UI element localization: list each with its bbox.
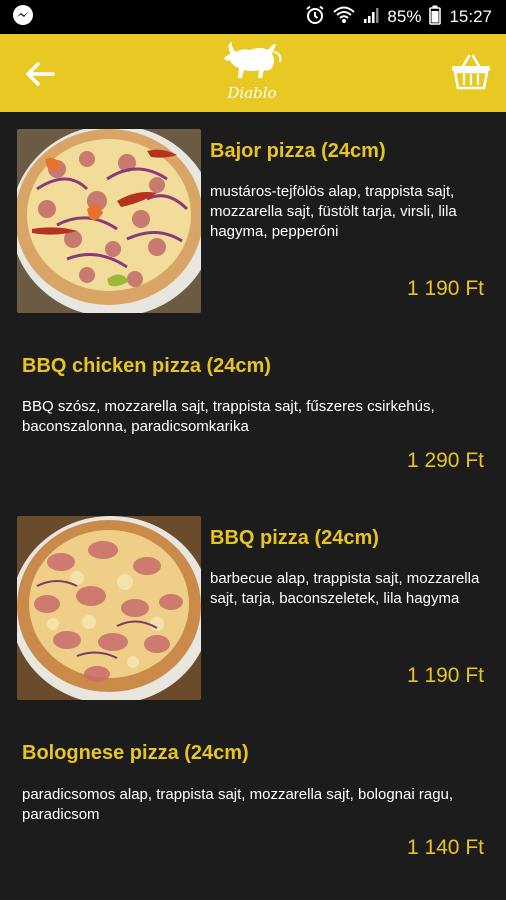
list-item[interactable]: BBQ chicken pizza (24cm) BBQ szósz, mozz… [0,332,506,502]
app-bar: Diablo [0,34,506,112]
arrow-left-icon [26,62,55,86]
clock: 15:27 [449,7,492,26]
item-title: Bajor pizza (24cm) [210,140,386,162]
signal-icon [363,6,379,29]
menu-list[interactable]: Bajor pizza (24cm) mustáros-tejfölös ala… [0,112,506,900]
list-item[interactable]: Bajor pizza (24cm) mustáros-tejfölös ala… [0,112,506,332]
item-price: 1 190 Ft [406,277,484,300]
item-description: paradicsomos alap, trappista sajt, mozza… [22,786,454,823]
diablo-logo: Diablo [212,40,292,108]
list-item[interactable]: Bolognese pizza (24cm) paradicsomos alap… [0,722,506,900]
alarm-icon [305,5,325,30]
battery-percent: 85% [387,7,422,26]
item-description: mustáros-tejfölös alap, trappista sajt, … [210,183,457,240]
list-item[interactable]: BBQ pizza (24cm) barbecue alap, trappist… [0,502,506,722]
status-bar: 85% 15:27 [0,0,506,34]
item-description: BBQ szósz, mozzarella sajt, trappista sa… [22,398,435,435]
item-title: Bolognese pizza (24cm) [22,742,249,764]
item-price: 1 190 Ft [406,664,484,687]
item-price: 1 140 Ft [406,836,484,859]
pizza-photo [17,129,201,313]
item-title: BBQ pizza (24cm) [210,527,379,549]
messenger-icon [12,4,34,31]
battery-icon [429,5,442,30]
item-price: 1 290 Ft [406,449,484,472]
pizza-photo [17,516,201,700]
wifi-icon [333,6,356,29]
item-title: BBQ chicken pizza (24cm) [22,355,271,377]
item-description: barbecue alap, trappista sajt, mozzarell… [210,570,480,607]
back-button[interactable] [22,56,58,92]
logo-text: Diablo [226,84,276,102]
basket-icon [452,54,490,90]
cart-button[interactable] [450,52,492,92]
